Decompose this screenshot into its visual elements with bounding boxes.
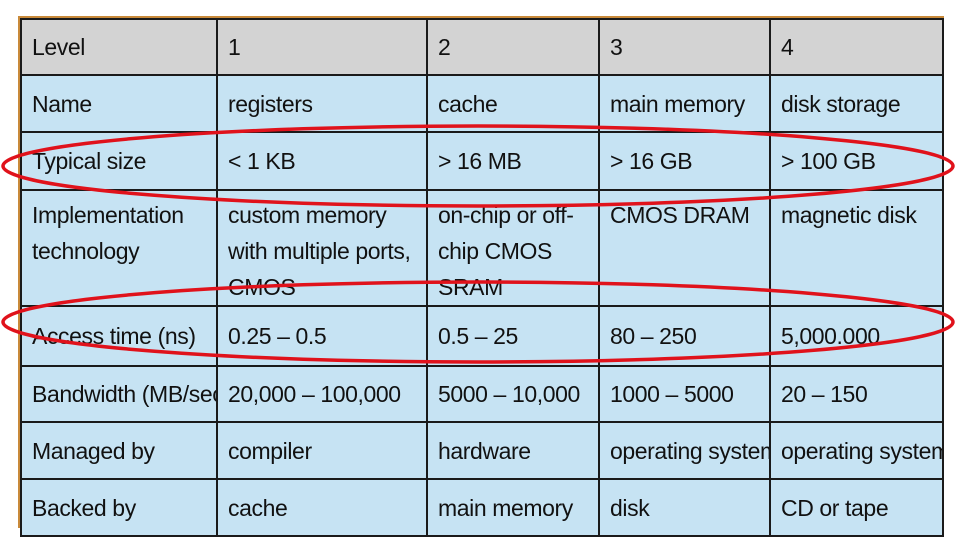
header-cell: 2 [426, 18, 600, 76]
table-cell: disk [598, 478, 771, 537]
table-cell: CMOS DRAM [598, 189, 771, 307]
table-cell: CD or tape [769, 478, 944, 537]
table-cell: on-chip or off-chip CMOS SRAM [426, 189, 600, 307]
row-label: Typical size [20, 131, 218, 191]
table-cell: disk storage [769, 74, 944, 133]
table-cell: < 1 KB [216, 131, 428, 191]
header-cell: 4 [769, 18, 944, 76]
table-cell: registers [216, 74, 428, 133]
table-row-backed-by: Backed by cache main memory disk CD or t… [20, 478, 944, 537]
table-cell: 0.25 – 0.5 [216, 305, 428, 367]
row-label: Bandwidth (MB/sec) [20, 365, 218, 423]
header-cell: Level [20, 18, 218, 76]
table-cell: operating system [769, 421, 944, 480]
table-cell: 5,000.000 [769, 305, 944, 367]
table-cell: > 100 GB [769, 131, 944, 191]
table-header-row: Level 1 2 3 4 [20, 18, 944, 76]
table-cell: operating system [598, 421, 771, 480]
table-cell: 0.5 – 25 [426, 305, 600, 367]
row-label: Access time (ns) [20, 305, 218, 367]
table-cell: magnetic disk [769, 189, 944, 307]
row-label: Managed by [20, 421, 218, 480]
header-cell: 3 [598, 18, 771, 76]
table-cell: hardware [426, 421, 600, 480]
table-cell: compiler [216, 421, 428, 480]
table-cell: custom memory with multiple ports, CMOS [216, 189, 428, 307]
table-cell: > 16 GB [598, 131, 771, 191]
header-cell: 1 [216, 18, 428, 76]
table-cell: main memory [598, 74, 771, 133]
table-row-name: Name registers cache main memory disk st… [20, 74, 944, 133]
table-cell: 20,000 – 100,000 [216, 365, 428, 423]
table-row-access-time: Access time (ns) 0.25 – 0.5 0.5 – 25 80 … [20, 305, 944, 367]
table-cell: main memory [426, 478, 600, 537]
table-cell: 1000 – 5000 [598, 365, 771, 423]
table-cell: 5000 – 10,000 [426, 365, 600, 423]
table-row-managed-by: Managed by compiler hardware operating s… [20, 421, 944, 480]
row-label: Backed by [20, 478, 218, 537]
table-cell: 20 – 150 [769, 365, 944, 423]
table-cell: cache [426, 74, 600, 133]
table-row-implementation: Implementation technology custom memory … [20, 189, 944, 307]
memory-hierarchy-table: Level 1 2 3 4 Name registers cache main … [20, 18, 944, 537]
table-row-bandwidth: Bandwidth (MB/sec) 20,000 – 100,000 5000… [20, 365, 944, 423]
table-row-typical-size: Typical size < 1 KB > 16 MB > 16 GB > 10… [20, 131, 944, 191]
table-cell: 80 – 250 [598, 305, 771, 367]
row-label: Implementation technology [20, 189, 218, 307]
row-label: Name [20, 74, 218, 133]
table-cell: > 16 MB [426, 131, 600, 191]
table-cell: cache [216, 478, 428, 537]
